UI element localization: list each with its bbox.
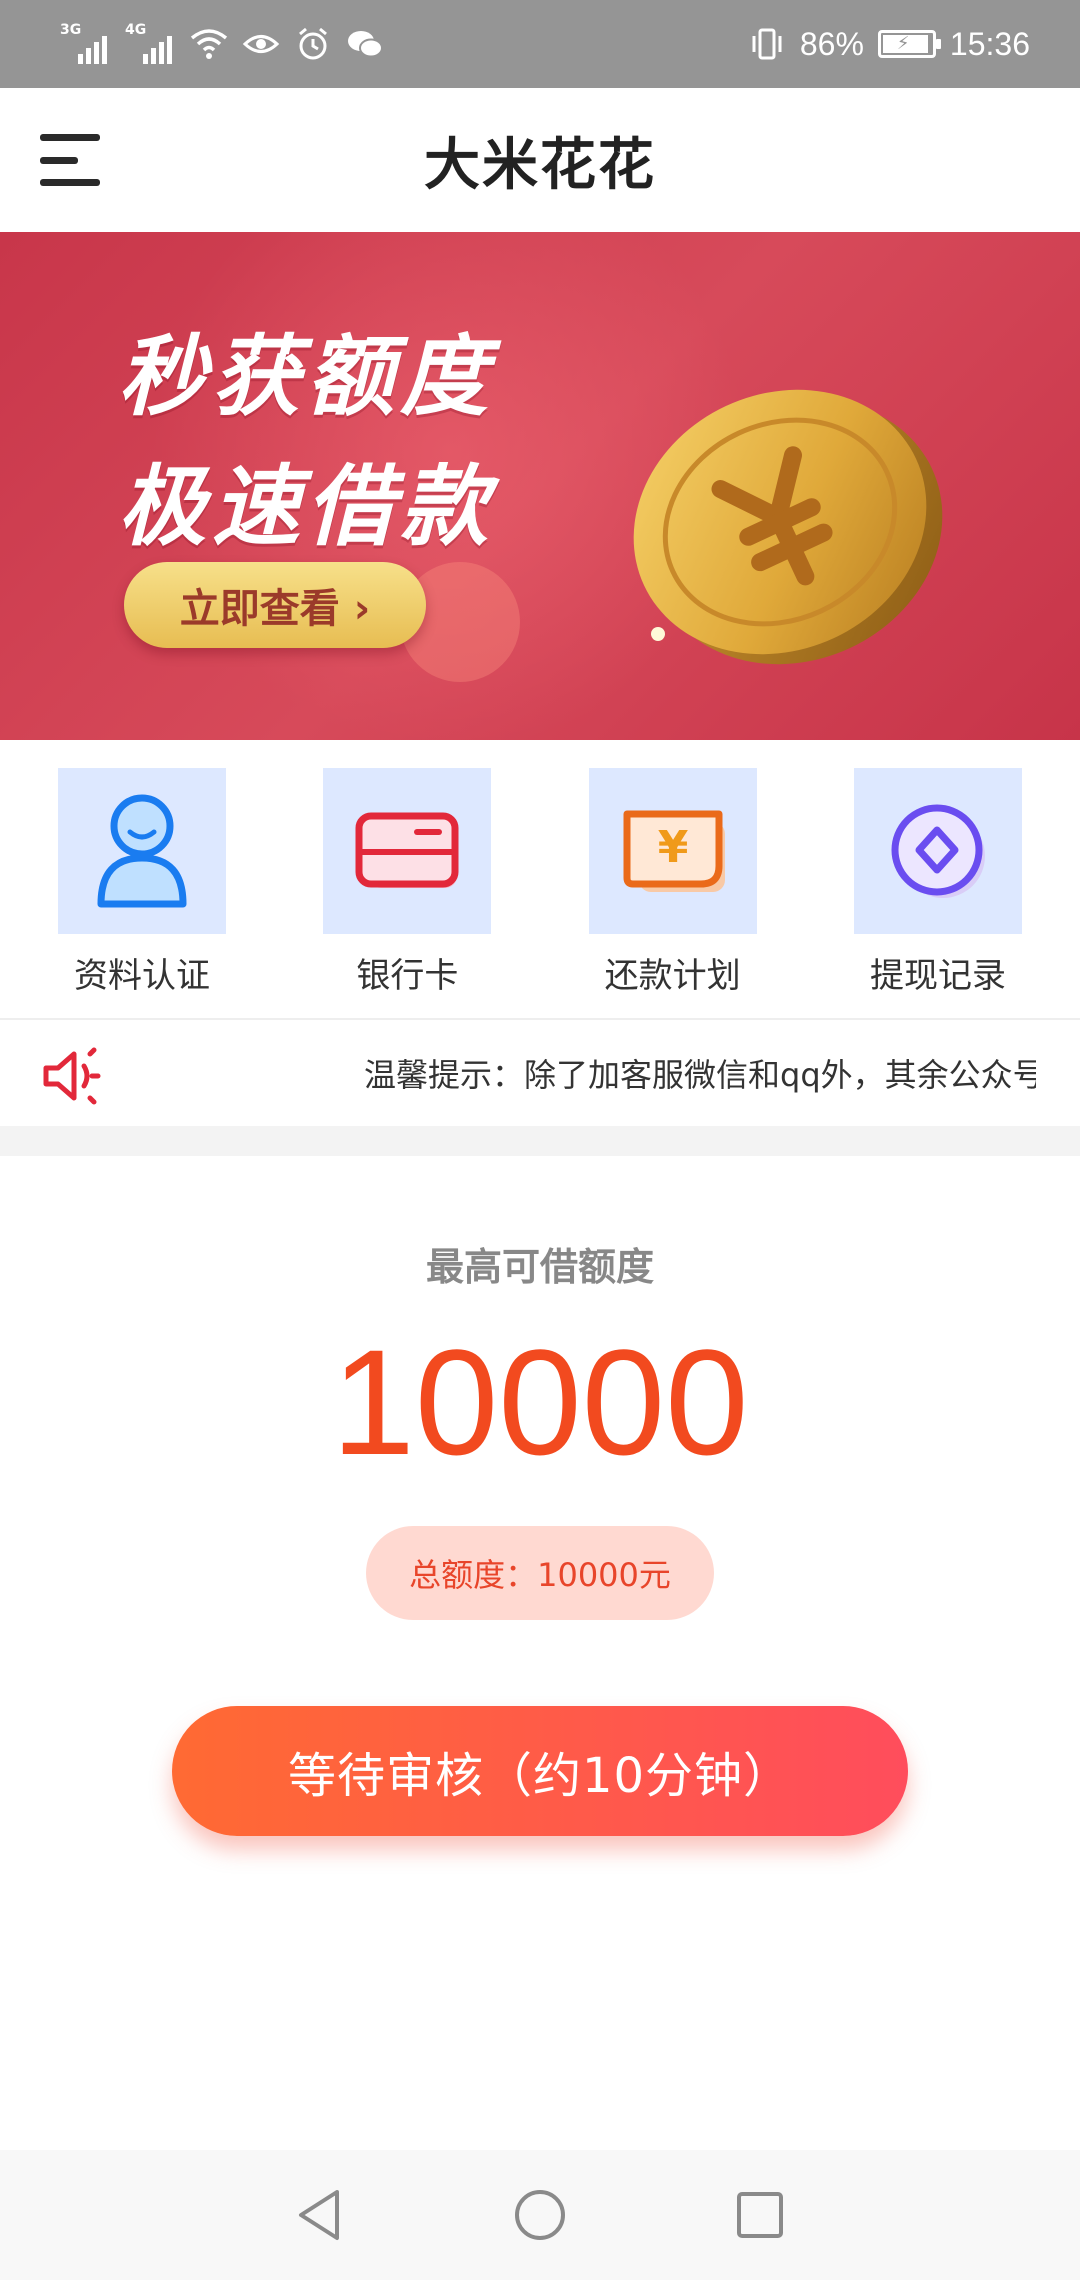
banner-line-2: 极速借款 — [118, 455, 495, 558]
awaiting-review-button[interactable]: 等待审核（约10分钟） — [172, 1706, 908, 1836]
shortcut-label: 提现记录 — [869, 956, 1006, 996]
status-right: 86% ⚡ 15:36 — [748, 25, 1030, 63]
signal-3g-icon: 3G — [60, 22, 111, 64]
banner-headline: 秒获额度 极速借款 — [118, 312, 494, 572]
max-credit-amount: 10000 — [331, 1318, 749, 1486]
shortcut-label: 还款计划 — [604, 956, 741, 996]
status-bar: 3G 4G 86% ⚡ 15:36 — [0, 0, 1080, 88]
max-credit-label: 最高可借额度 — [425, 1245, 654, 1289]
wechat-icon — [346, 25, 384, 63]
shortcut-repayment-plan[interactable]: ¥ 还款计划 — [588, 768, 757, 1018]
battery-percent: 86% — [799, 25, 864, 62]
credit-section: 最高可借额度 10000 总额度：10000元 等待审核（约10分钟） — [0, 1156, 1080, 2150]
wifi-icon — [190, 25, 228, 63]
shortcut-bank-card[interactable]: 银行卡 — [323, 768, 492, 1018]
status-left: 3G 4G — [60, 22, 384, 64]
clock-time: 15:36 — [949, 25, 1030, 62]
bank-card-icon — [323, 768, 492, 934]
shortcut-profile-verify[interactable]: 资料认证 — [58, 768, 226, 1018]
recents-icon[interactable] — [730, 2185, 790, 2245]
menu-icon[interactable] — [40, 134, 102, 186]
back-icon[interactable] — [290, 2185, 350, 2245]
notice-bar[interactable]: 温馨提示：除了加客服微信和qq外，其余公众号 — [0, 1022, 1080, 1126]
vibrate-icon — [748, 25, 786, 63]
speaker-icon — [40, 1046, 104, 1106]
page-title: 大米花花 — [424, 132, 656, 198]
network-type-3g: 3G — [60, 22, 82, 38]
svg-text:¥: ¥ — [657, 822, 688, 873]
promo-banner[interactable]: 秒获额度 极速借款 立即查看 › — [0, 232, 1080, 740]
withdraw-record-icon — [853, 768, 1022, 934]
signal-4g-icon: 4G — [125, 22, 176, 64]
shortcut-withdraw-record[interactable]: 提现记录 — [853, 768, 1022, 1018]
profile-icon — [58, 768, 226, 934]
section-divider — [0, 1126, 1080, 1156]
shortcut-label: 银行卡 — [356, 956, 459, 996]
app-header: 大米花花 — [0, 88, 1080, 232]
eye-icon — [242, 25, 280, 63]
alarm-icon — [294, 25, 332, 63]
banner-view-button[interactable]: 立即查看 › — [124, 562, 426, 648]
total-credit-badge: 总额度：10000元 — [366, 1526, 714, 1620]
home-icon[interactable] — [510, 2185, 570, 2245]
app-screen: 3G 4G 86% ⚡ 15:36 大米花花 秒获额度 极速借款 立即查看 › … — [0, 0, 1080, 2280]
shortcut-label: 资料认证 — [74, 956, 210, 996]
system-nav-bar — [0, 2150, 1080, 2280]
banner-line-1: 秒获额度 — [118, 325, 495, 428]
gold-coin-icon — [600, 372, 960, 672]
shortcut-grid: 资料认证 银行卡 ¥ 还款计划 提现记录 — [0, 740, 1080, 1020]
battery-icon: ⚡ — [877, 30, 941, 58]
repayment-plan-icon: ¥ — [588, 768, 757, 934]
network-type-4g: 4G — [125, 22, 147, 38]
notice-marquee-text: 温馨提示：除了加客服微信和qq外，其余公众号 — [364, 1056, 1036, 1094]
